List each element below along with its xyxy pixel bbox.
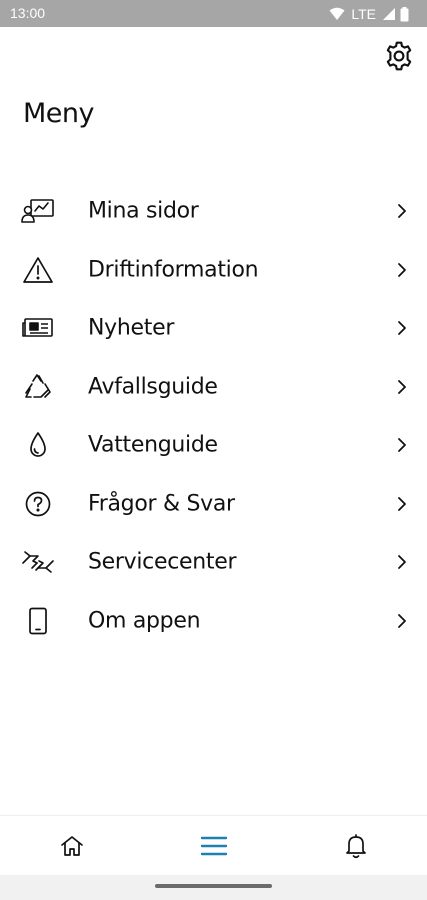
chevron-right-icon (398, 613, 406, 628)
user-dashboard-icon (20, 195, 56, 227)
chevron-right-icon (398, 204, 406, 219)
page-title: Meny (23, 98, 95, 129)
nav-notifications-button[interactable] (326, 816, 386, 876)
recycle-icon (20, 371, 56, 403)
gear-icon (386, 41, 412, 71)
menu-item-label: Vattenguide (88, 432, 218, 458)
menu-item-nyheter[interactable]: Nyheter (0, 299, 427, 358)
handshake-icon (20, 546, 56, 578)
menu-item-servicecenter[interactable]: Servicecenter (0, 533, 427, 592)
menu-icon (200, 836, 228, 856)
network-type: LTE (351, 6, 376, 22)
home-icon (61, 836, 83, 856)
menu-list: Mina sidor Driftinformation Nyheter Avfa… (0, 182, 427, 650)
water-drop-icon (20, 429, 56, 461)
status-icons: LTE (329, 4, 409, 24)
menu-item-vattenguide[interactable]: Vattenguide (0, 416, 427, 475)
bottom-navigation (0, 815, 427, 876)
chevron-right-icon (398, 496, 406, 511)
nav-home-button[interactable] (42, 816, 102, 876)
cellular-signal-icon (383, 8, 395, 20)
nav-menu-button[interactable] (184, 816, 244, 876)
system-gesture-area (0, 875, 427, 900)
gesture-handle[interactable] (155, 884, 272, 888)
menu-item-om-appen[interactable]: Om appen (0, 592, 427, 651)
newspaper-icon (20, 312, 56, 344)
chevron-right-icon (398, 262, 406, 277)
battery-icon (400, 6, 409, 21)
chevron-right-icon (398, 555, 406, 570)
menu-item-label: Om appen (88, 608, 201, 634)
chevron-right-icon (398, 321, 406, 336)
chevron-right-icon (398, 379, 406, 394)
menu-item-avfallsguide[interactable]: Avfallsguide (0, 358, 427, 417)
chevron-right-icon (398, 438, 406, 453)
menu-item-label: Nyheter (88, 315, 175, 341)
wifi-icon (329, 7, 345, 20)
menu-item-driftinformation[interactable]: Driftinformation (0, 241, 427, 300)
status-bar: 13:00 LTE (0, 0, 427, 27)
phone-icon (20, 605, 56, 637)
menu-item-label: Avfallsguide (88, 374, 218, 400)
question-circle-icon (20, 488, 56, 520)
menu-item-label: Frågor & Svar (88, 491, 235, 517)
menu-item-mina-sidor[interactable]: Mina sidor (0, 182, 427, 241)
settings-button[interactable] (381, 38, 417, 74)
menu-item-label: Servicecenter (88, 549, 237, 575)
bell-icon (346, 834, 366, 859)
menu-item-label: Mina sidor (88, 198, 199, 224)
warning-triangle-icon (20, 254, 56, 286)
menu-item-label: Driftinformation (88, 257, 259, 283)
status-time: 13:00 (10, 5, 46, 21)
menu-item-fragor-svar[interactable]: Frågor & Svar (0, 475, 427, 534)
